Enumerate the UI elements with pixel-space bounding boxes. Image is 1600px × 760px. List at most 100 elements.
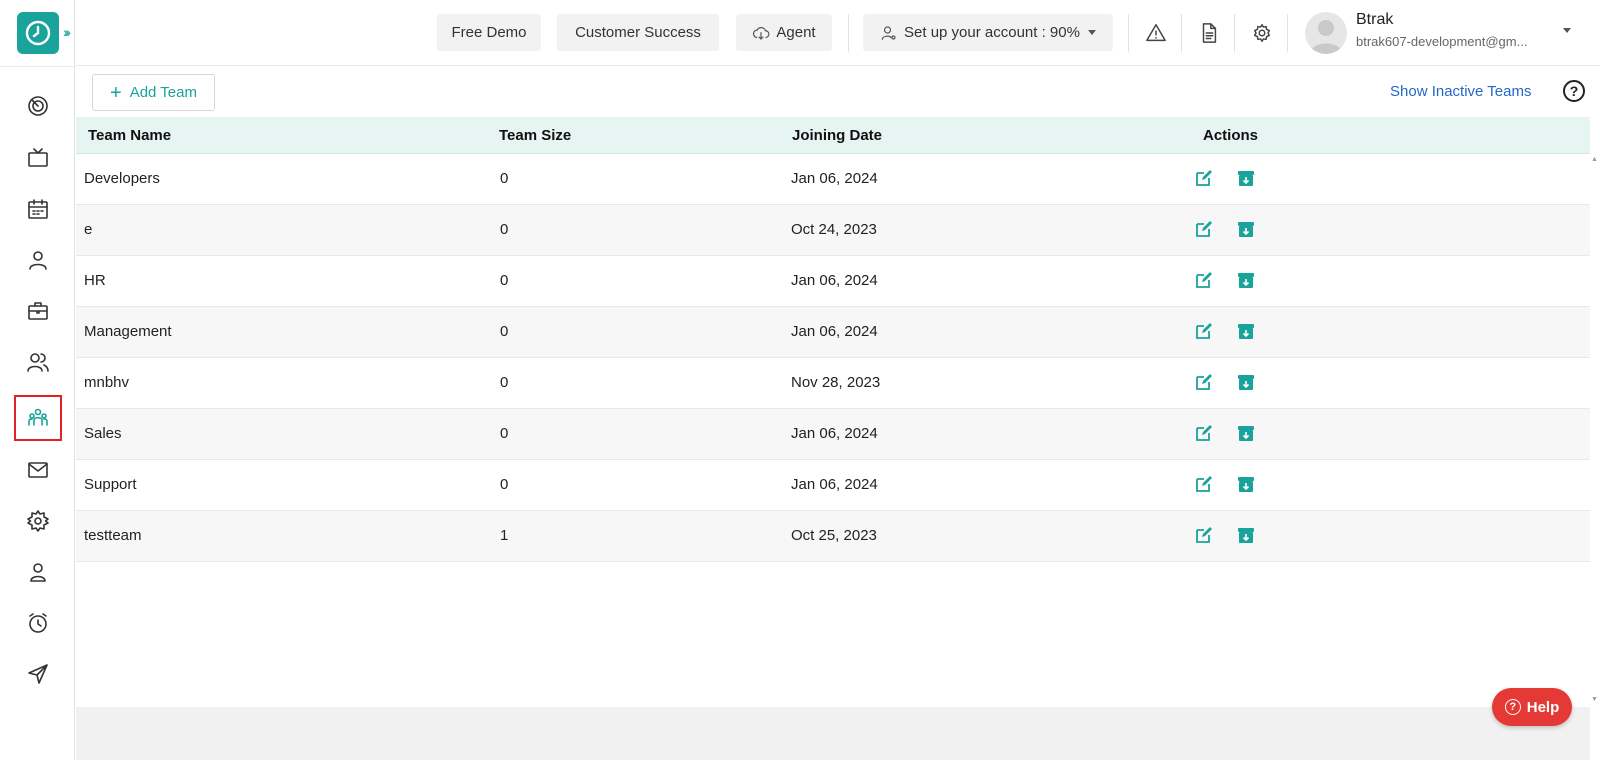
header-divider	[848, 14, 849, 52]
profile-icon	[30, 563, 46, 582]
team-size-cell: 1	[500, 527, 509, 544]
tv-icon	[28, 148, 48, 167]
help-label: Help	[1526, 698, 1560, 716]
table-row: Sales 0 Jan 06, 2024	[76, 409, 1590, 460]
archive-icon[interactable]	[1236, 321, 1256, 341]
expand-sidebar-icon[interactable]: ›››	[63, 24, 71, 40]
add-team-button[interactable]: + Add Team	[92, 74, 215, 111]
edit-icon[interactable]	[1194, 321, 1214, 341]
sidebar-item-settings[interactable]	[14, 498, 62, 544]
scroll-up-arrow-icon[interactable]: ▲	[1591, 156, 1598, 163]
mail-icon	[28, 462, 48, 478]
team-size-cell: 0	[500, 425, 509, 442]
edit-icon[interactable]	[1194, 219, 1214, 239]
column-header-team-name[interactable]: Team Name	[88, 127, 171, 144]
archive-icon[interactable]	[1236, 372, 1256, 392]
sidebar-item-tv[interactable]	[14, 135, 62, 181]
column-header-team-size[interactable]: Team Size	[499, 127, 571, 144]
joining-date-cell: Oct 25, 2023	[791, 527, 877, 544]
team-size-cell: 0	[500, 374, 509, 391]
sidebar-divider	[0, 66, 75, 67]
warning-icon[interactable]	[1143, 20, 1169, 46]
calendar-icon	[28, 199, 48, 219]
cloud-download-icon	[753, 26, 770, 40]
help-question-icon[interactable]: ?	[1563, 80, 1585, 102]
sidebar-item-alarm[interactable]	[14, 600, 62, 646]
clock-logo-icon	[25, 20, 51, 46]
joining-date-cell: Oct 24, 2023	[791, 221, 877, 238]
sidebar: ›››	[0, 0, 75, 760]
archive-icon[interactable]	[1236, 423, 1256, 443]
user-setup-icon	[881, 25, 896, 40]
sidebar-item-dashboard[interactable]	[14, 83, 62, 129]
app-logo[interactable]	[17, 12, 59, 54]
alarm-icon	[29, 613, 47, 633]
joining-date-cell: Nov 28, 2023	[791, 374, 881, 391]
edit-icon[interactable]	[1194, 423, 1214, 443]
team-name-cell: Developers	[84, 170, 160, 187]
team-size-cell: 0	[500, 476, 509, 493]
free-demo-button[interactable]: Free Demo	[437, 14, 541, 51]
archive-icon[interactable]	[1236, 219, 1256, 239]
team-size-cell: 0	[500, 221, 509, 238]
free-demo-label: Free Demo	[451, 24, 527, 41]
setup-account-dropdown[interactable]: Set up your account : 90%	[863, 14, 1113, 51]
sidebar-item-briefcase[interactable]	[14, 288, 62, 334]
avatar-silhouette-icon	[1310, 20, 1342, 54]
column-header-actions: Actions	[1203, 127, 1259, 144]
archive-icon[interactable]	[1236, 525, 1256, 545]
header-divider	[1128, 14, 1129, 52]
agent-button[interactable]: Agent	[736, 14, 832, 51]
sidebar-item-teams[interactable]	[14, 395, 62, 441]
dashboard-icon	[28, 96, 48, 116]
setup-account-label: Set up your account : 90%	[904, 24, 1080, 41]
team-name-cell: testteam	[84, 527, 142, 544]
customer-success-label: Customer Success	[575, 24, 701, 41]
joining-date-cell: Jan 06, 2024	[791, 476, 878, 493]
add-team-label: Add Team	[129, 84, 197, 101]
help-circle-icon: ?	[1504, 699, 1521, 715]
sidebar-item-users[interactable]	[14, 339, 62, 385]
help-button[interactable]: ? Help	[1492, 688, 1572, 726]
table-row: testteam 1 Oct 25, 2023	[76, 511, 1590, 562]
table-row: Support 0 Jan 06, 2024	[76, 460, 1590, 511]
team-name-cell: HR	[84, 272, 106, 289]
team-name-cell: Support	[84, 476, 137, 493]
settings-icon	[27, 510, 49, 532]
top-header: Free Demo Customer Success Agent Set up …	[75, 0, 1600, 66]
joining-date-cell: Jan 06, 2024	[791, 170, 878, 187]
teams-table: Team Name Team Size Joining Date Actions…	[76, 117, 1590, 707]
sidebar-item-calendar[interactable]	[14, 186, 62, 232]
sidebar-item-profile[interactable]	[14, 549, 62, 595]
avatar[interactable]	[1305, 12, 1347, 54]
team-name-cell: Sales	[84, 425, 122, 442]
archive-icon[interactable]	[1236, 474, 1256, 494]
header-divider	[1234, 14, 1235, 52]
agent-label: Agent	[776, 24, 816, 41]
joining-date-cell: Jan 06, 2024	[791, 425, 878, 442]
table-row: Management 0 Jan 06, 2024	[76, 307, 1590, 358]
scroll-down-arrow-icon[interactable]: ▼	[1591, 696, 1598, 703]
column-header-joining-date[interactable]: Joining Date	[792, 127, 882, 144]
gear-icon[interactable]	[1249, 20, 1275, 46]
edit-icon[interactable]	[1194, 168, 1214, 188]
show-inactive-teams-link[interactable]: Show Inactive Teams	[1390, 83, 1531, 100]
customer-success-button[interactable]: Customer Success	[557, 14, 719, 51]
document-icon[interactable]	[1196, 20, 1222, 46]
edit-icon[interactable]	[1194, 270, 1214, 290]
sidebar-item-user[interactable]	[14, 237, 62, 283]
user-menu-chevron-icon[interactable]	[1563, 28, 1571, 33]
joining-date-cell: Jan 06, 2024	[791, 272, 878, 289]
edit-icon[interactable]	[1194, 474, 1214, 494]
table-row: HR 0 Jan 06, 2024	[76, 256, 1590, 307]
archive-icon[interactable]	[1236, 270, 1256, 290]
sidebar-item-mail[interactable]	[14, 447, 62, 493]
team-name-cell: e	[84, 221, 93, 238]
archive-icon[interactable]	[1236, 168, 1256, 188]
header-divider	[1287, 14, 1288, 52]
briefcase-icon	[28, 302, 48, 320]
send-icon	[28, 664, 48, 684]
edit-icon[interactable]	[1194, 525, 1214, 545]
sidebar-item-send[interactable]	[14, 651, 62, 697]
edit-icon[interactable]	[1194, 372, 1214, 392]
